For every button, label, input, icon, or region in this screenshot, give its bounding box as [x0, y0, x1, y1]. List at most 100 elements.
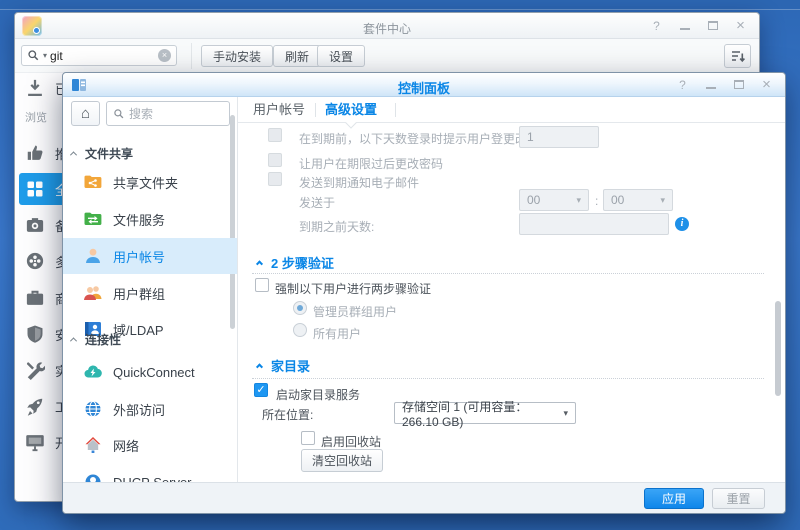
send-at-label: 发送于 — [299, 194, 335, 211]
clear-search-icon[interactable]: × — [158, 49, 171, 62]
control-panel-window: 控制面板 ? × ⌂ 文件共享 共享文件夹 文件服务 用户帐号 — [62, 72, 786, 514]
send-email-checkbox[interactable] — [268, 172, 282, 186]
package-search-box[interactable]: ▾ × — [21, 45, 177, 66]
search-filter-arrow-icon[interactable]: ▾ — [43, 51, 47, 60]
control-panel-sidebar: ⌂ 文件共享 共享文件夹 文件服务 用户帐号 用户群组 域/LDAP — [63, 97, 238, 513]
expire-prompt-checkbox[interactable] — [268, 128, 282, 142]
settings-button[interactable]: 设置 — [317, 45, 365, 67]
grid-icon — [25, 179, 45, 199]
maximize-icon[interactable] — [732, 79, 745, 91]
chevron-up-icon — [256, 260, 263, 267]
sidebar-item-file-services[interactable]: 文件服务 — [63, 201, 237, 237]
rocket-icon — [25, 396, 45, 416]
radio-admin-group[interactable] — [293, 301, 307, 315]
sidebar-section-connectivity[interactable]: 连接性 — [71, 331, 121, 348]
active-tab-notch — [345, 117, 356, 128]
toolbar-divider — [191, 43, 192, 69]
search-icon — [113, 108, 125, 120]
house-icon — [83, 435, 103, 455]
chevron-down-icon: ▾ — [660, 195, 665, 206]
expire-prompt-label: 在到期前，以下天数登录时提示用户登更改密码 — [299, 130, 551, 147]
package-center-title: 套件中心 — [15, 20, 759, 37]
control-panel-search-input[interactable] — [129, 107, 223, 121]
sort-button[interactable] — [724, 44, 751, 68]
download-icon — [25, 78, 45, 98]
enforce-two-step-checkbox[interactable] — [255, 278, 269, 292]
location-label: 所在位置: — [262, 406, 313, 423]
close-icon[interactable]: × — [760, 79, 773, 91]
desktop-taskbar — [0, 0, 800, 10]
content-scrollbar[interactable] — [775, 301, 781, 396]
expire-prompt-days-input[interactable]: 1 — [519, 126, 599, 148]
chevron-down-icon: ▾ — [576, 195, 581, 206]
sidebar-section-file-sharing[interactable]: 文件共享 — [71, 145, 133, 162]
control-panel-footer: 应用 重置 — [63, 482, 785, 513]
user-group-icon — [83, 283, 103, 303]
sidebar-item-user-account[interactable]: 用户帐号 — [63, 238, 237, 274]
section-home-directory[interactable]: 家目录 — [257, 356, 310, 375]
minimize-icon[interactable] — [678, 20, 691, 32]
maximize-icon[interactable] — [706, 20, 719, 32]
time-colon: : — [595, 194, 598, 208]
tools-icon — [25, 360, 45, 380]
enable-recycle-label: 启用回收站 — [321, 433, 381, 450]
minimize-icon[interactable] — [704, 79, 717, 91]
info-icon[interactable]: i — [675, 217, 689, 231]
help-icon[interactable]: ? — [650, 20, 663, 32]
file-services-icon — [83, 209, 103, 229]
enable-recycle-checkbox[interactable] — [301, 431, 315, 445]
sidebar-item-external-access[interactable]: 外部访问 — [63, 391, 237, 427]
tab-bar: 用户帐号 高级设置 — [238, 97, 785, 123]
sidebar-item-shared-folder[interactable]: 共享文件夹 — [63, 164, 237, 200]
camera-icon — [25, 215, 45, 235]
radio-admin-group-label: 管理员群组用户 — [313, 303, 397, 320]
tab-advanced-settings[interactable]: 高级设置 — [321, 97, 381, 123]
sidebar-item-quickconnect[interactable]: QuickConnect — [63, 354, 237, 390]
sidebar-item-network[interactable]: 网络 — [63, 427, 237, 463]
change-after-expire-checkbox[interactable] — [268, 153, 282, 167]
chevron-up-icon — [70, 151, 77, 158]
close-icon[interactable]: × — [734, 20, 747, 32]
enforce-two-step-label: 强制以下用户进行两步骤验证 — [275, 280, 431, 297]
empty-recycle-button[interactable]: 清空回收站 — [301, 449, 383, 472]
home-button[interactable]: ⌂ — [71, 101, 100, 126]
days-before-input[interactable] — [519, 213, 669, 235]
reset-button[interactable]: 重置 — [712, 488, 765, 509]
send-minute-dropdown[interactable]: 00 ▾ — [603, 189, 673, 211]
chevron-down-icon: ▾ — [563, 408, 568, 419]
shared-folder-icon — [83, 172, 103, 192]
globe-icon — [83, 399, 103, 419]
send-email-label: 发送到期通知电子邮件 — [299, 174, 419, 191]
package-center-toolbar: ▾ × 手动安装 刷新 设置 — [15, 39, 759, 73]
chevron-up-icon — [70, 337, 77, 344]
section-two-step[interactable]: 2 步骤验证 — [257, 253, 334, 272]
cloud-icon — [83, 362, 103, 382]
briefcase-icon — [25, 288, 45, 308]
control-panel-content: 用户帐号 高级设置 在到期前，以下天数登录时提示用户登更改密码 1 让用户在期限… — [238, 97, 785, 482]
send-hour-dropdown[interactable]: 00 ▾ — [519, 189, 589, 211]
control-panel-search-box[interactable] — [106, 101, 230, 126]
home-icon: ⌂ — [81, 105, 90, 122]
chevron-up-icon — [256, 363, 263, 370]
apply-button[interactable]: 应用 — [644, 488, 704, 509]
manual-install-button[interactable]: 手动安装 — [201, 45, 273, 67]
monitor-icon — [25, 432, 45, 452]
thumbs-up-icon — [25, 143, 45, 163]
package-center-titlebar[interactable]: 套件中心 ? × — [15, 13, 759, 39]
film-reel-icon — [25, 251, 45, 271]
enable-home-checkbox[interactable]: ✓ — [254, 383, 268, 397]
change-after-expire-label: 让用户在期限过后更改密码 — [299, 155, 443, 172]
location-dropdown[interactable]: 存储空间 1 (可用容量： 266.10 GB) ▾ — [394, 402, 576, 424]
sort-icon — [730, 48, 746, 64]
help-icon[interactable]: ? — [676, 79, 689, 91]
search-icon — [27, 49, 40, 62]
sidebar-item-user-group[interactable]: 用户群组 — [63, 275, 237, 311]
days-before-label: 到期之前天数: — [299, 218, 374, 235]
user-icon — [83, 246, 103, 266]
package-search-input[interactable] — [50, 49, 155, 63]
control-panel-titlebar[interactable]: 控制面板 ? × — [63, 73, 785, 97]
refresh-button[interactable]: 刷新 — [273, 45, 321, 67]
radio-all-users[interactable] — [293, 323, 307, 337]
sidebar-section-browse: 浏览 — [25, 109, 47, 125]
tab-user-account[interactable]: 用户帐号 — [249, 97, 309, 123]
